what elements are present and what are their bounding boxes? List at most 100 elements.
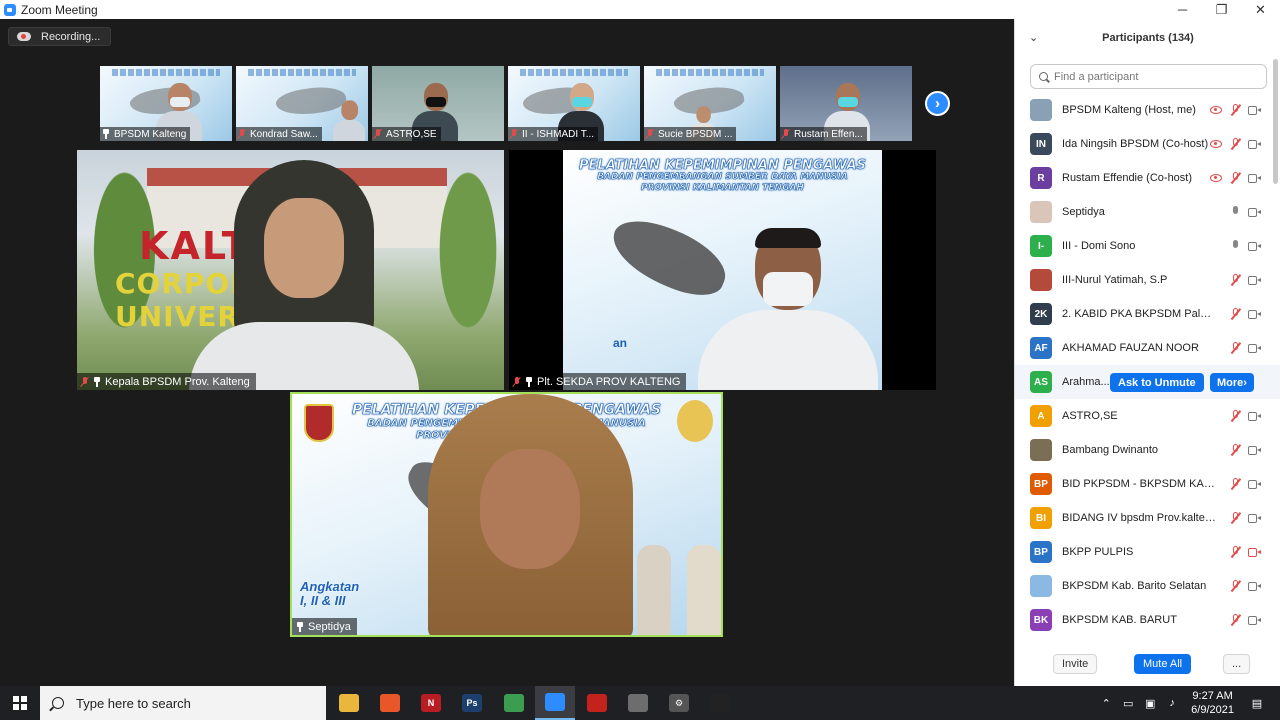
mic-muted-icon[interactable] <box>1230 512 1240 524</box>
camera-icon[interactable] <box>1248 139 1261 149</box>
avatar <box>1030 575 1052 597</box>
mic-muted-icon[interactable] <box>1230 138 1240 150</box>
chevron-up-icon[interactable]: ⌃ <box>1099 696 1113 710</box>
participant-row[interactable]: AS Arahma... Ask to Unmute More › <box>1015 365 1280 399</box>
camera-icon[interactable] <box>1248 411 1261 421</box>
camera-icon[interactable] <box>1248 343 1261 353</box>
participant-row[interactable]: BKPSDM Kab. Barito Selatan <box>1015 569 1280 603</box>
mic-icon[interactable] <box>1230 240 1240 252</box>
mic-muted-icon[interactable] <box>1230 444 1240 456</box>
participant-row[interactable]: BPSDM Kalteng (Host, me) <box>1015 93 1280 127</box>
mic-muted-icon[interactable] <box>1230 478 1240 490</box>
mic-muted-icon[interactable] <box>1230 104 1240 116</box>
participant-row[interactable]: A ASTRO,SE <box>1015 399 1280 433</box>
photoshop-icon: Ps <box>462 694 482 712</box>
mic-icon[interactable] <box>1230 206 1240 218</box>
taskbar-app-button[interactable] <box>329 686 369 720</box>
recording-indicator[interactable]: Recording... <box>8 27 112 46</box>
camera-icon[interactable] <box>1248 309 1261 319</box>
participant-thumbnail[interactable]: BPSDM Kalteng <box>100 66 232 141</box>
start-button[interactable] <box>0 686 40 720</box>
clock[interactable]: 9:27 AM 6/9/2021 <box>1191 689 1234 717</box>
camera-icon[interactable] <box>1248 513 1261 523</box>
taskbar-app-button[interactable] <box>700 686 740 720</box>
camera-icon[interactable] <box>1248 581 1261 591</box>
taskbar-app-button[interactable]: ⚙ <box>659 686 699 720</box>
mic-muted-icon[interactable] <box>1230 342 1240 354</box>
participant-status-icons <box>1210 104 1261 116</box>
participant-row[interactable]: BP BKPP PULPIS <box>1015 535 1280 569</box>
mute-all-button[interactable]: Mute All <box>1134 654 1192 674</box>
camera-icon[interactable] <box>1248 173 1261 183</box>
participant-row[interactable]: AF AKHAMAD FAUZAN NOOR <box>1015 331 1280 365</box>
angkatan-text: Angkatan I, II & III <box>300 579 360 608</box>
participant-row[interactable]: BI BIDANG IV bpsdm Prov.kalteng <box>1015 501 1280 535</box>
camera-icon[interactable] <box>1248 445 1261 455</box>
participant-row[interactable]: IN Ida Ningsih BPSDM (Co-host) <box>1015 127 1280 161</box>
notifications-icon[interactable]: ▤ <box>1250 696 1264 710</box>
video-tile[interactable]: KALTENG CORPORATE UNIVERSITY Kepala BPSD… <box>77 150 504 390</box>
taskbar-search[interactable]: Type here to search <box>40 686 326 720</box>
camera-icon[interactable] <box>1248 275 1261 285</box>
participant-row[interactable]: I- III - Domi Sono <box>1015 229 1280 263</box>
participant-status-icons <box>1230 240 1261 252</box>
participant-name: BPSDM Kalteng (Host, me) <box>1062 104 1196 116</box>
volume-icon[interactable]: ♪ <box>1165 696 1179 710</box>
network-icon[interactable]: ▣ <box>1143 696 1157 710</box>
taskbar-app-button[interactable] <box>494 686 534 720</box>
participant-thumbnail[interactable]: Rustam Effen... <box>780 66 912 141</box>
recording-eye-icon <box>1210 106 1222 114</box>
participant-row[interactable]: 2K 2. KABID PKA BKPSDM Palangka ... <box>1015 297 1280 331</box>
participant-row[interactable]: BK BKPSDM KAB. BARUT <box>1015 603 1280 637</box>
camera-icon[interactable] <box>1248 105 1261 115</box>
participant-row[interactable]: Septidya <box>1015 195 1280 229</box>
taskbar-app-button[interactable] <box>577 686 617 720</box>
recording-cloud-icon <box>17 32 31 41</box>
chevron-down-icon[interactable]: ⌄ <box>1029 31 1038 44</box>
camera-off-icon[interactable] <box>1248 547 1261 557</box>
minimize-button[interactable]: ─ <box>1163 0 1202 19</box>
next-page-button[interactable]: › <box>925 91 950 116</box>
mic-muted-icon[interactable] <box>1230 308 1240 320</box>
taskbar-app-button[interactable]: N <box>411 686 451 720</box>
maximize-button[interactable]: ❐ <box>1202 0 1241 19</box>
taskbar-app-button[interactable] <box>370 686 410 720</box>
mic-muted-icon[interactable] <box>1230 546 1240 558</box>
windows-logo-icon <box>13 696 27 710</box>
mic-muted-icon[interactable] <box>1230 580 1240 592</box>
participant-row[interactable]: Bambang Dwinanto <box>1015 433 1280 467</box>
participant-row[interactable]: R Rustam Effendie (Co-host) <box>1015 161 1280 195</box>
participant-row[interactable]: III-Nurul Yatimah, S.P <box>1015 263 1280 297</box>
participant-name: BID PKPSDM - BKPSDM KAB. BAR... <box>1062 478 1217 490</box>
more-options-button[interactable]: ... <box>1223 654 1251 674</box>
windows-taskbar: Type here to search N Ps ⚙ ⌃ ▭ ▣ ♪ 9:27 AM… <box>0 686 1280 720</box>
more-button[interactable]: More › <box>1210 373 1254 392</box>
active-speaker-tile[interactable]: PELATIHAN KEPEMIMPINAN PENGAWAS BADAN PE… <box>290 392 723 637</box>
participant-thumbnail[interactable]: Kondrad Saw... <box>236 66 368 141</box>
search-input[interactable] <box>1054 70 1244 83</box>
camera-icon[interactable] <box>1248 241 1261 251</box>
mic-muted-icon[interactable] <box>1230 274 1240 286</box>
taskbar-app-button[interactable] <box>535 686 575 720</box>
participant-thumbnail[interactable]: II - ISHMADI T... <box>508 66 640 141</box>
video-tile[interactable]: PELATIHAN KEPEMIMPINAN PENGAWAS BADAN PE… <box>509 150 936 390</box>
taskbar-app-button[interactable]: Ps <box>452 686 492 720</box>
invite-button[interactable]: Invite <box>1053 654 1098 674</box>
mic-muted-icon[interactable] <box>1230 172 1240 184</box>
participants-header: ⌄ Participants (134) <box>1015 19 1280 57</box>
participant-row[interactable]: BP BID PKPSDM - BKPSDM KAB. BAR... <box>1015 467 1280 501</box>
camera-icon[interactable] <box>1248 479 1261 489</box>
participant-status-icons <box>1210 172 1261 184</box>
participant-search[interactable] <box>1030 64 1267 89</box>
camera-icon[interactable] <box>1248 615 1261 625</box>
mic-muted-icon <box>646 129 654 139</box>
mic-muted-icon[interactable] <box>1230 410 1240 422</box>
participant-thumbnail[interactable]: Sucie BPSDM ... <box>644 66 776 141</box>
taskbar-app-button[interactable] <box>618 686 658 720</box>
camera-icon[interactable] <box>1248 207 1261 217</box>
mic-muted-icon[interactable] <box>1230 614 1240 626</box>
ask-to-unmute-button[interactable]: Ask to Unmute <box>1110 373 1204 392</box>
close-button[interactable]: ✕ <box>1241 0 1280 19</box>
battery-icon[interactable]: ▭ <box>1121 696 1135 710</box>
participant-thumbnail[interactable]: ASTRO,SE <box>372 66 504 141</box>
